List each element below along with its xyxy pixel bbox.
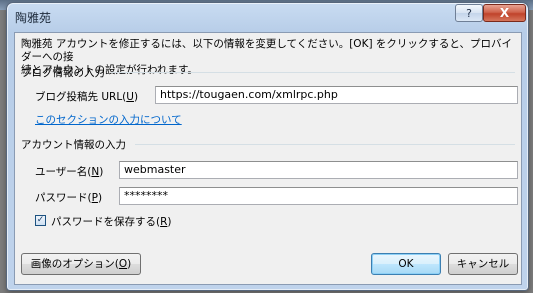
help-icon: ? <box>466 6 472 20</box>
section-help-link[interactable]: このセクションの入力について <box>35 112 182 127</box>
blog-section-divider <box>111 72 515 73</box>
blog-url-input[interactable]: https://tougaen.com/xmlrpc.php <box>155 86 518 104</box>
remember-password-label[interactable]: パスワードを保存する(R) <box>51 214 172 229</box>
password-input[interactable]: ******** <box>119 187 518 205</box>
blog-section-title: ブログ情報の入力 <box>21 67 105 79</box>
url-label: ブログ投稿先 URL(U) <box>35 91 139 103</box>
help-button[interactable]: ? <box>455 4 483 22</box>
image-options-button[interactable]: 画像のオプション(O) <box>21 253 141 275</box>
title-bar: 陶雅苑 ? X <box>7 3 528 29</box>
ok-button[interactable]: OK <box>371 253 441 275</box>
window-title: 陶雅苑 <box>15 11 52 25</box>
remember-password-checkbox[interactable]: ✓ <box>35 215 46 226</box>
password-label: パスワード(P) <box>35 192 103 204</box>
close-button[interactable]: X <box>483 4 526 22</box>
dialog-client-area: 陶雅苑 アカウントを修正するには、以下の情報を変更してください。[OK] をクリ… <box>14 32 522 285</box>
close-icon: X <box>499 6 510 20</box>
cancel-button[interactable]: キャンセル <box>448 253 518 275</box>
account-section-divider <box>135 144 515 145</box>
account-section-title: アカウント情報の入力 <box>21 139 126 151</box>
username-label: ユーザー名(N) <box>35 166 104 178</box>
dialog-window: 陶雅苑 ? X 陶雅苑 アカウントを修正するには、以下の情報を変更してください。… <box>6 2 529 291</box>
username-input[interactable]: webmaster <box>119 161 518 179</box>
